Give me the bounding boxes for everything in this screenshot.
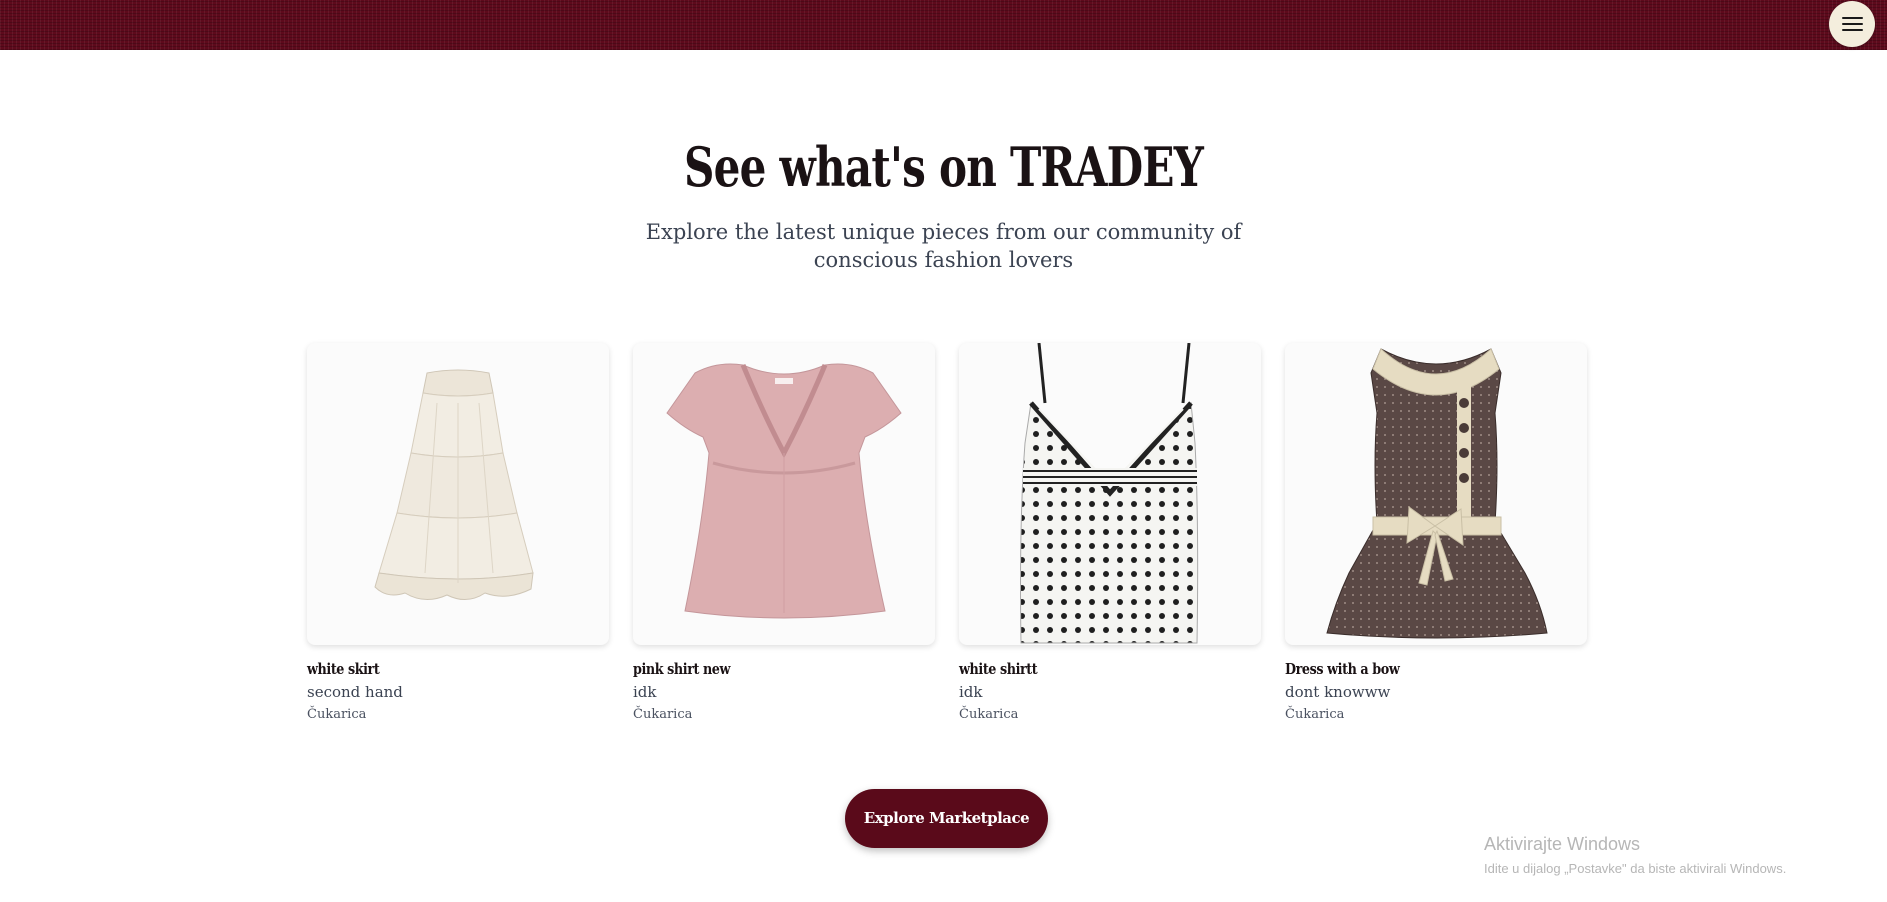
section-title: See what's on TRADEY	[683, 135, 1204, 199]
product-description: idk	[633, 683, 657, 701]
product-description: dont knowww	[1285, 683, 1391, 701]
watermark-title: Aktivirajte Windows	[1484, 834, 1641, 854]
explore-marketplace-button[interactable]: Explore Marketplace	[845, 789, 1048, 848]
product-image-dress-with-a-bow[interactable]	[1285, 343, 1587, 645]
product-title[interactable]: white skirt	[307, 660, 564, 678]
product-title[interactable]: pink shirt new	[633, 660, 890, 678]
windows-activation-watermark: Aktivirajte Windows Idite u dijalog „Pos…	[1484, 834, 1786, 876]
product-description: idk	[959, 683, 983, 701]
section-subtitle: Explore the latest unique pieces from ou…	[645, 220, 1242, 272]
product-title[interactable]: Dress with a bow	[1285, 660, 1542, 678]
product-location: Čukarica	[959, 707, 1019, 722]
product-image-white-skirt[interactable]	[307, 343, 609, 645]
product-title[interactable]: white shirtt	[959, 660, 1216, 678]
product-card[interactable]: pink shirt new idk Čukarica	[633, 343, 935, 722]
product-location: Čukarica	[633, 707, 693, 722]
hamburger-menu-icon[interactable]	[1829, 1, 1875, 47]
product-location: Čukarica	[1285, 707, 1345, 722]
product-image-white-shirtt[interactable]	[959, 343, 1261, 645]
product-location: Čukarica	[307, 707, 367, 722]
watermark-subtitle: Idite u dijalog „Postavke" da biste akti…	[1484, 861, 1787, 876]
product-description: second hand	[307, 683, 403, 701]
product-card[interactable]: white shirtt idk Čukarica	[959, 343, 1261, 722]
top-navigation-bar	[0, 0, 1887, 50]
product-card[interactable]: Dress with a bow dont knowww Čukarica	[1285, 343, 1587, 722]
product-card[interactable]: white skirt second hand Čukarica	[307, 343, 609, 722]
product-image-pink-shirt[interactable]	[633, 343, 935, 645]
